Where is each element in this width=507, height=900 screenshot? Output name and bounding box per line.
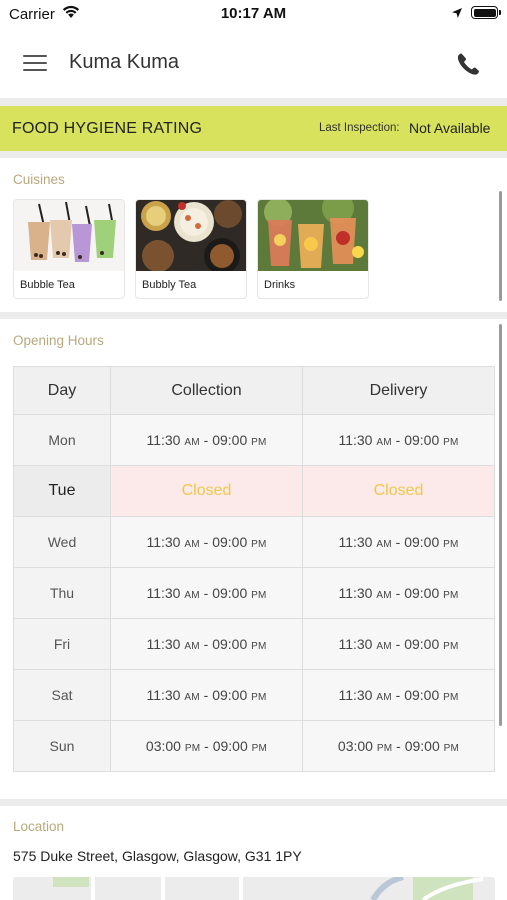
table-row: Fri 11:30 AM - 09:00 PM 11:30 AM - 09:00… [13,618,495,670]
location-map[interactable] [13,877,495,900]
cuisine-label: Drinks [264,279,296,291]
table-row: Mon 11:30 AM - 09:00 PM 11:30 AM - 09:00… [13,414,495,466]
bubble-tea-image [14,200,124,271]
scrollbar[interactable] [499,324,502,726]
table-row: Sun 03:00 PM - 09:00 PM 03:00 PM - 09:00… [13,720,495,772]
delivery-hours-cell: 11:30 AM - 09:00 PM [302,567,495,619]
scrollbar[interactable] [499,191,502,301]
collection-hours-cell: 11:30 AM - 09:00 PM [110,669,303,721]
clock-time: 10:17 AM [220,5,287,22]
delivery-hours-cell: 11:30 AM - 09:00 PM [302,516,495,568]
table-row-today: Tue Closed Closed [13,465,495,517]
column-header-collection: Collection [110,366,303,415]
cuisine-label: Bubble Tea [20,279,75,291]
opening-hours-table: Day Collection Delivery Mon 11:30 AM - 0… [13,366,495,772]
delivery-hours-cell: 11:30 AM - 09:00 PM [302,414,495,466]
collection-closed-cell: Closed [110,465,303,517]
separator [0,799,507,806]
last-inspection-value: Not Available [409,120,491,136]
day-cell: Wed [13,516,111,568]
table-row: Wed 11:30 AM - 09:00 PM 11:30 AM - 09:00… [13,516,495,568]
column-header-day: Day [13,366,111,415]
column-header-delivery: Delivery [302,366,495,415]
hygiene-rating-banner: FOOD HYGIENE RATING Last Inspection: Not… [0,106,507,151]
day-cell: Mon [13,414,111,466]
hamburger-menu-icon[interactable] [20,50,50,76]
location-heading: Location [13,819,65,834]
collection-hours-cell: 11:30 AM - 09:00 PM [110,516,303,568]
battery-icon [471,6,501,19]
collection-hours-cell: 03:00 PM - 09:00 PM [110,720,303,772]
table-header-row: Day Collection Delivery [13,366,495,415]
cuisines-heading: Cuisines [13,172,65,187]
day-cell: Thu [13,567,111,619]
opening-hours-heading: Opening Hours [13,333,104,348]
phone-icon[interactable] [452,48,484,80]
table-row: Thu 11:30 AM - 09:00 PM 11:30 AM - 09:00… [13,567,495,619]
day-cell: Fri [13,618,111,670]
day-cell: Sat [13,669,111,721]
table-row: Sat 11:30 AM - 09:00 PM 11:30 AM - 09:00… [13,669,495,721]
delivery-hours-cell: 11:30 AM - 09:00 PM [302,669,495,721]
separator [0,98,507,106]
status-bar: Carrier 10:17 AM [0,0,507,30]
separator [0,151,507,158]
day-cell: Tue [13,465,111,517]
nav-bar: Kuma Kuma [0,30,507,98]
location-arrow-icon [452,8,462,18]
delivery-hours-cell: 11:30 AM - 09:00 PM [302,618,495,670]
cuisine-card-bubble-tea[interactable]: Bubble Tea [13,199,125,299]
bubbly-tea-image [136,200,246,271]
day-cell: Sun [13,720,111,772]
collection-hours-cell: 11:30 AM - 09:00 PM [110,618,303,670]
cuisine-label: Bubbly Tea [142,279,197,291]
map-tiles [13,877,495,900]
separator [0,312,507,319]
hygiene-title: FOOD HYGIENE RATING [12,120,203,137]
collection-hours-cell: 11:30 AM - 09:00 PM [110,567,303,619]
restaurant-title: Kuma Kuma [69,51,180,73]
cuisine-card-bubbly-tea[interactable]: Bubbly Tea [135,199,247,299]
delivery-closed-cell: Closed [302,465,495,517]
address-text: 575 Duke Street, Glasgow, Glasgow, G31 1… [13,848,302,864]
last-inspection-label: Last Inspection: [319,122,400,134]
cuisine-card-drinks[interactable]: Drinks [257,199,369,299]
collection-hours-cell: 11:30 AM - 09:00 PM [110,414,303,466]
delivery-hours-cell: 03:00 PM - 09:00 PM [302,720,495,772]
drinks-image [258,200,368,271]
